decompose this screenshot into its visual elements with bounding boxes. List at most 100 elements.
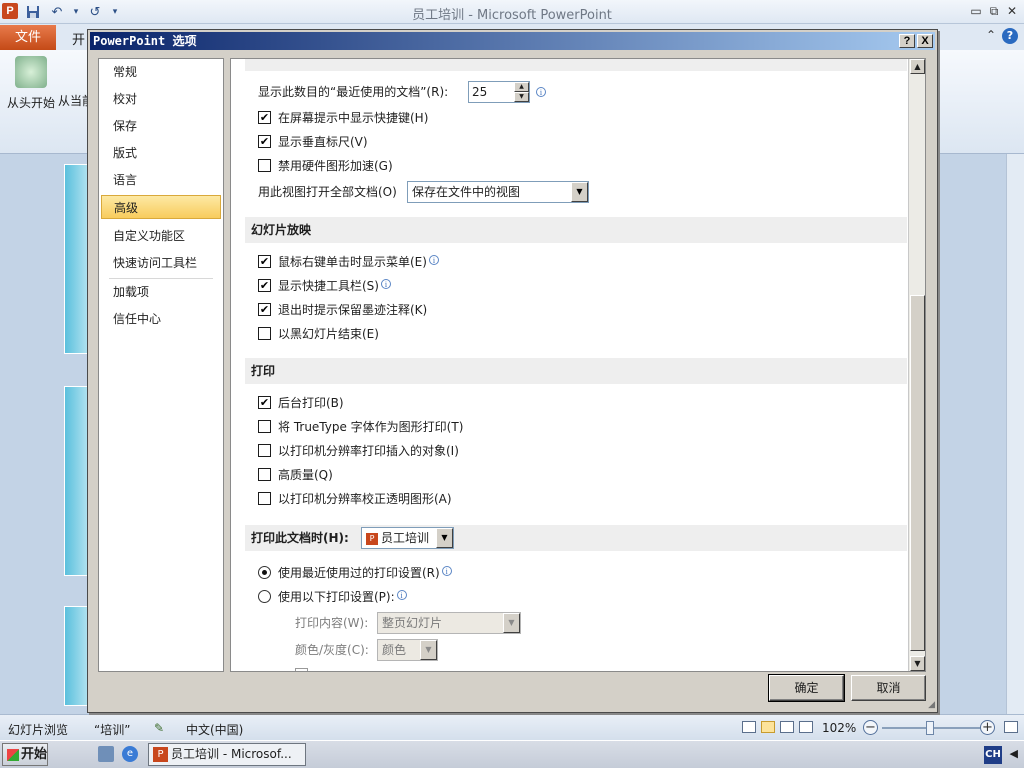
- keep-ink-checkbox[interactable]: ✔: [258, 303, 271, 316]
- restore-icon[interactable]: ⧉: [986, 2, 1002, 20]
- desktop-icon[interactable]: [98, 746, 114, 762]
- tray-expand-icon[interactable]: ◀: [1010, 747, 1018, 760]
- spin-up-icon[interactable]: ▲: [514, 82, 529, 92]
- nav-item-customize-ribbon[interactable]: 自定义功能区: [101, 224, 221, 248]
- right-click-menu-checkbox[interactable]: ✔: [258, 255, 271, 268]
- file-tab[interactable]: 文件: [0, 25, 56, 50]
- scroll-down-icon[interactable]: ▼: [910, 656, 925, 671]
- partially-hidden-checkbox: [295, 668, 308, 671]
- close-icon[interactable]: ✕: [1004, 2, 1020, 20]
- powerpoint-task-icon: P: [153, 747, 168, 762]
- background-print-checkbox[interactable]: ✔: [258, 396, 271, 409]
- zoom-level[interactable]: 102%: [822, 721, 856, 735]
- slide-sorter-view-icon[interactable]: [761, 721, 775, 733]
- resize-grip-icon[interactable]: ◢: [928, 700, 935, 710]
- truetype-graphics-checkbox[interactable]: [258, 420, 271, 433]
- keep-ink-label: 退出时提示保留墨迹注释(K): [278, 303, 428, 317]
- nav-item-trust-center[interactable]: 信任中心: [101, 307, 221, 331]
- ime-indicator[interactable]: CH: [984, 746, 1002, 764]
- print-content-label: 打印内容(W):: [295, 616, 369, 630]
- nav-item-layout[interactable]: 版式: [101, 141, 221, 165]
- open-view-value: 保存在文件中的视图: [412, 185, 521, 199]
- content-scrollbar[interactable]: ▲ ▼: [908, 59, 925, 671]
- dialog-help-button[interactable]: ?: [899, 34, 915, 48]
- zoom-out-icon[interactable]: −: [863, 720, 878, 735]
- open-view-select[interactable]: 保存在文件中的视图 ▼: [407, 181, 589, 203]
- reading-view-icon[interactable]: [780, 721, 794, 733]
- from-start-button[interactable]: 从头开始: [6, 54, 56, 111]
- nav-item-add-ins[interactable]: 加载项: [101, 280, 221, 304]
- slideshow-view-icon[interactable]: [799, 721, 813, 733]
- use-following-settings-radio[interactable]: [258, 590, 271, 603]
- high-quality-label: 高质量(Q): [278, 468, 333, 482]
- use-following-settings-label: 使用以下打印设置(P): i: [278, 587, 407, 607]
- internet-explorer-icon[interactable]: e: [122, 746, 138, 762]
- popup-toolbar-checkbox[interactable]: ✔: [258, 279, 271, 292]
- end-black-slide-label: 以黑幻灯片结束(E): [278, 327, 379, 341]
- help-icon[interactable]: ?: [1002, 28, 1018, 44]
- display-section-header: [245, 59, 907, 71]
- chevron-down-icon: ▼: [503, 613, 520, 633]
- show-vertical-ruler-checkbox[interactable]: ✔: [258, 135, 271, 148]
- zoom-slider-thumb[interactable]: [926, 721, 934, 735]
- print-doc-select[interactable]: P 员工培训 ▼: [361, 527, 454, 549]
- minimize-icon[interactable]: ▭: [968, 2, 984, 20]
- chevron-down-icon: ▼: [420, 640, 437, 660]
- info-icon[interactable]: i: [536, 87, 546, 97]
- high-quality-checkbox[interactable]: [258, 468, 271, 481]
- ok-button[interactable]: 确定: [768, 674, 845, 702]
- dialog-close-button[interactable]: X: [917, 34, 933, 48]
- nav-separator: [109, 278, 213, 279]
- use-recent-settings-radio[interactable]: [258, 566, 271, 579]
- nav-item-proofing[interactable]: 校对: [101, 87, 221, 111]
- print-objects-resolution-checkbox[interactable]: [258, 444, 271, 457]
- language-status[interactable]: 中文(中国): [186, 721, 243, 738]
- taskbar-task-label: 员工培训 - Microsof...: [171, 747, 292, 761]
- theme-status: “培训”: [94, 723, 131, 737]
- slideshow-play-icon: [15, 56, 47, 88]
- scroll-up-icon[interactable]: ▲: [910, 59, 925, 74]
- end-black-slide-checkbox[interactable]: [258, 327, 271, 340]
- slideshow-section-header: 幻灯片放映: [245, 217, 907, 243]
- info-icon[interactable]: i: [380, 279, 391, 289]
- chevron-down-icon[interactable]: ▼: [571, 182, 588, 202]
- scrollbar-thumb[interactable]: [910, 295, 925, 651]
- color-grayscale-label: 颜色/灰度(C):: [295, 643, 369, 657]
- transparency-checkbox[interactable]: [258, 492, 271, 505]
- print-section-header: 打印: [245, 358, 907, 384]
- show-shortcut-keys-checkbox[interactable]: ✔: [258, 111, 271, 124]
- status-bar: 幻灯片浏览 “培训” ✎ 中文(中国) 102% − +: [0, 714, 1024, 740]
- info-icon[interactable]: i: [428, 255, 439, 265]
- slide-sorter-scrollbar[interactable]: [1006, 154, 1024, 714]
- info-icon[interactable]: i: [441, 566, 452, 576]
- options-content: 显示此数目的“最近使用的文档”(R): 25 ▲ ▼ i ✔ 在屏幕提示中显示快…: [230, 58, 926, 672]
- zoom-in-icon[interactable]: +: [980, 720, 995, 735]
- print-doc-value: 员工培训: [381, 531, 430, 545]
- popup-toolbar-text: 显示快捷工具栏(S): [278, 279, 379, 293]
- recent-docs-spinner[interactable]: 25 ▲ ▼: [468, 81, 530, 103]
- disable-hw-accel-checkbox[interactable]: [258, 159, 271, 172]
- home-tab[interactable]: 开: [72, 29, 85, 48]
- show-shortcut-keys-label: 在屏幕提示中显示快捷键(H): [278, 111, 429, 125]
- cancel-button[interactable]: 取消: [851, 675, 926, 701]
- collapse-ribbon-icon[interactable]: ⌃: [986, 28, 996, 42]
- nav-item-save[interactable]: 保存: [101, 114, 221, 138]
- start-button[interactable]: 开始: [2, 743, 48, 766]
- chevron-down-icon[interactable]: ▼: [436, 528, 453, 548]
- nav-item-quick-access-toolbar[interactable]: 快速访问工具栏: [101, 251, 221, 275]
- popup-toolbar-label: 显示快捷工具栏(S) i: [278, 276, 391, 296]
- powerpoint-titlebar: P ↶ ▾ ↺ ▾ 员工培训 - Microsoft PowerPoint ▭ …: [0, 0, 1024, 24]
- taskbar: 开始 e P 员工培训 - Microsof... CH ◀: [0, 740, 1024, 768]
- info-icon[interactable]: i: [396, 590, 407, 600]
- options-nav: 常规 校对 保存 版式 语言 高级 自定义功能区 快速访问工具栏 加载项 信任中…: [98, 58, 224, 672]
- nav-item-general[interactable]: 常规: [101, 60, 221, 84]
- spin-down-icon[interactable]: ▼: [514, 92, 529, 102]
- fit-to-window-icon[interactable]: [1004, 721, 1018, 733]
- nav-item-language[interactable]: 语言: [101, 168, 221, 192]
- use-following-settings-text: 使用以下打印设置(P):: [278, 590, 395, 604]
- taskbar-powerpoint-button[interactable]: P 员工培训 - Microsof...: [148, 743, 306, 766]
- powerpoint-doc-icon: P: [366, 532, 378, 545]
- normal-view-icon[interactable]: [742, 721, 756, 733]
- nav-item-advanced[interactable]: 高级: [101, 195, 221, 219]
- proofing-icon[interactable]: ✎: [154, 721, 164, 735]
